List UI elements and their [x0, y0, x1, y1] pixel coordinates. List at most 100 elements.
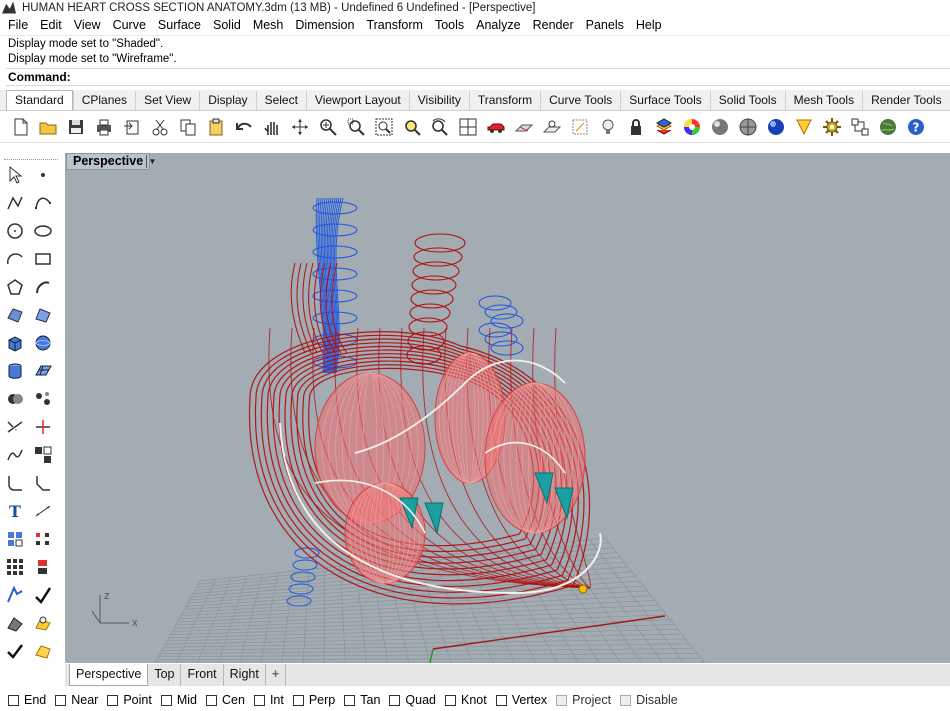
menu-curve[interactable]: Curve: [107, 18, 152, 32]
command-prompt[interactable]: Command:: [6, 68, 950, 86]
text-icon[interactable]: T: [3, 499, 27, 523]
rotate-view-icon[interactable]: [288, 115, 312, 139]
tab-curve-tools[interactable]: Curve Tools: [540, 91, 620, 110]
analyze-icon[interactable]: [31, 611, 55, 635]
select-filter-icon[interactable]: [848, 115, 872, 139]
box-icon[interactable]: [3, 331, 27, 355]
add-viewport-tab-button[interactable]: +: [265, 664, 287, 686]
osnap-project[interactable]: Project: [556, 693, 611, 707]
set-object-cplane-icon[interactable]: [568, 115, 592, 139]
viewport-tab-front[interactable]: Front: [181, 664, 224, 686]
cut-icon[interactable]: [148, 115, 172, 139]
osnap-checkbox[interactable]: [292, 694, 304, 706]
osnap-vertex[interactable]: Vertex: [495, 693, 547, 707]
osnap-cen[interactable]: Cen: [206, 693, 245, 707]
gear-options-icon[interactable]: [820, 115, 844, 139]
circle-icon[interactable]: [3, 219, 27, 243]
new-document-icon[interactable]: [8, 115, 32, 139]
osnap-checkbox[interactable]: [495, 694, 507, 706]
rendered-sphere-icon[interactable]: [736, 115, 760, 139]
zoom-selected-icon[interactable]: [400, 115, 424, 139]
tab-solid-tools[interactable]: Solid Tools: [709, 91, 785, 110]
menu-tools[interactable]: Tools: [429, 18, 470, 32]
osnap-checkbox[interactable]: [344, 694, 356, 706]
point-cloud-icon[interactable]: [31, 527, 55, 551]
curve-edit-icon[interactable]: [31, 275, 55, 299]
boolean-icon[interactable]: [3, 387, 27, 411]
tab-display[interactable]: Display: [199, 91, 255, 110]
check-icon[interactable]: [3, 639, 27, 663]
tab-standard[interactable]: Standard: [6, 90, 73, 110]
osnap-checkbox[interactable]: [556, 694, 568, 706]
viewport-menu-arrow-icon[interactable]: ▼: [146, 155, 158, 168]
osnap-near[interactable]: Near: [55, 693, 98, 707]
zoom-window-icon[interactable]: [344, 115, 368, 139]
render-icon[interactable]: [31, 639, 55, 663]
osnap-quad[interactable]: Quad: [389, 693, 436, 707]
layer-panel-icon[interactable]: [3, 611, 27, 635]
tab-surface-tools[interactable]: Surface Tools: [620, 91, 710, 110]
menu-panels[interactable]: Panels: [580, 18, 630, 32]
blue-sphere-icon[interactable]: [764, 115, 788, 139]
surface-corner-icon[interactable]: [3, 303, 27, 327]
zoom-extents-icon[interactable]: [372, 115, 396, 139]
array-icon[interactable]: [3, 555, 27, 579]
menu-file[interactable]: File: [2, 18, 34, 32]
mirror-icon[interactable]: [31, 583, 55, 607]
osnap-point[interactable]: Point: [107, 693, 152, 707]
trim-icon[interactable]: [3, 415, 27, 439]
rotate-camera-icon[interactable]: [428, 115, 452, 139]
osnap-mid[interactable]: Mid: [160, 693, 197, 707]
tab-render-tools[interactable]: Render Tools: [862, 91, 950, 110]
select-arrow-icon[interactable]: [3, 163, 27, 187]
tab-set-view[interactable]: Set View: [135, 91, 199, 110]
osnap-checkbox[interactable]: [253, 694, 265, 706]
tab-mesh-tools[interactable]: Mesh Tools: [784, 91, 862, 110]
pan-hand-icon[interactable]: [260, 115, 284, 139]
import-icon[interactable]: [120, 115, 144, 139]
copy-icon[interactable]: [176, 115, 200, 139]
car-named-view-icon[interactable]: [484, 115, 508, 139]
chamfer-icon[interactable]: [31, 471, 55, 495]
osnap-checkbox[interactable]: [8, 694, 19, 706]
menu-edit[interactable]: Edit: [34, 18, 68, 32]
viewport-canvas[interactable]: z x: [65, 153, 950, 663]
menu-help[interactable]: Help: [630, 18, 668, 32]
tab-viewport-layout[interactable]: Viewport Layout: [305, 91, 409, 110]
osnap-int[interactable]: Int: [253, 693, 284, 707]
rectangle-icon[interactable]: [31, 247, 55, 271]
lock-icon[interactable]: [624, 115, 648, 139]
menu-surface[interactable]: Surface: [152, 18, 207, 32]
menu-solid[interactable]: Solid: [207, 18, 247, 32]
menu-mesh[interactable]: Mesh: [247, 18, 290, 32]
menu-analyze[interactable]: Analyze: [470, 18, 526, 32]
color-wheel-icon[interactable]: [680, 115, 704, 139]
viewport-tab-top[interactable]: Top: [148, 664, 182, 686]
print-icon[interactable]: [92, 115, 116, 139]
osnap-perp[interactable]: Perp: [292, 693, 335, 707]
surface-patch-icon[interactable]: [31, 303, 55, 327]
osnap-disable[interactable]: Disable: [620, 693, 678, 707]
mesh-plane-icon[interactable]: [31, 359, 55, 383]
tab-visibility[interactable]: Visibility: [408, 91, 469, 110]
tab-select[interactable]: Select: [255, 91, 306, 110]
polyline-icon[interactable]: [3, 191, 27, 215]
osnap-knot[interactable]: Knot: [445, 693, 487, 707]
osnap-checkbox[interactable]: [206, 694, 217, 706]
open-folder-icon[interactable]: [36, 115, 60, 139]
menu-view[interactable]: View: [68, 18, 107, 32]
dimension-icon[interactable]: [31, 499, 55, 523]
osnap-checkbox[interactable]: [620, 694, 632, 706]
light-bulb-icon[interactable]: [596, 115, 620, 139]
viewport-tab-right[interactable]: Right: [223, 664, 266, 686]
layer-icon[interactable]: [652, 115, 676, 139]
cplane-icon[interactable]: [512, 115, 536, 139]
shaded-sphere-icon[interactable]: [708, 115, 732, 139]
osnap-checkbox[interactable]: [160, 694, 172, 706]
tab-cplanes[interactable]: CPlanes: [72, 91, 135, 110]
osnap-checkbox[interactable]: [445, 694, 456, 706]
osnap-checkbox[interactable]: [389, 694, 401, 706]
help-icon[interactable]: ?: [904, 115, 928, 139]
four-viewports-icon[interactable]: [456, 115, 480, 139]
perspective-viewport[interactable]: z x Perspective ▼: [65, 153, 950, 663]
